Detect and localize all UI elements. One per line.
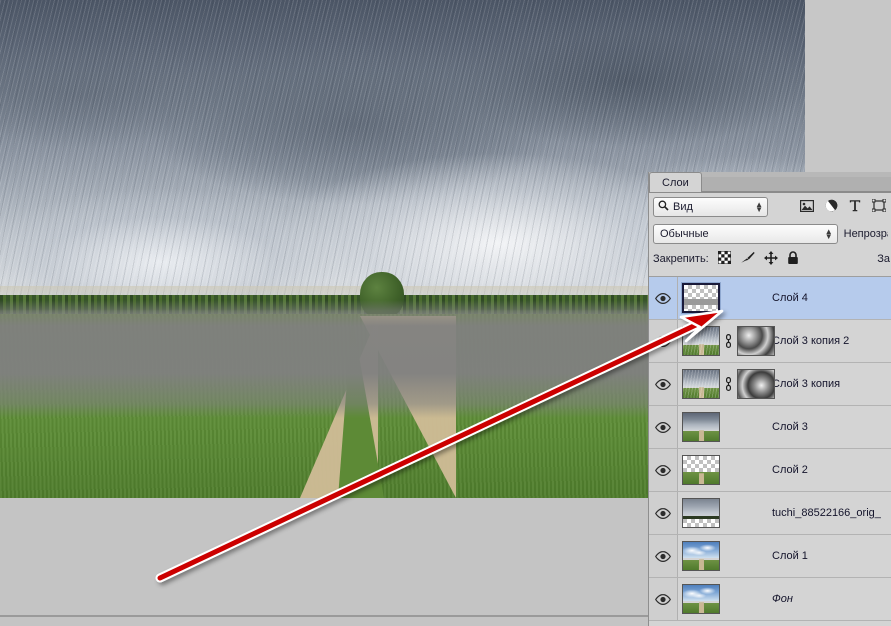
tab-layers[interactable]: Слои <box>649 172 702 192</box>
filter-row: Вид ▲ ▼ <box>649 193 891 221</box>
eye-icon <box>655 464 671 476</box>
eye-icon <box>655 507 671 519</box>
layer-kind-select[interactable]: Вид ▲ ▼ <box>653 197 768 217</box>
layer-thumbnail[interactable] <box>682 455 720 485</box>
eye-icon <box>655 378 671 390</box>
layer-mask-thumbnail[interactable] <box>737 369 775 399</box>
thumb-clouds <box>683 586 719 599</box>
layer-thumbnail[interactable] <box>682 498 720 528</box>
layer-visibility-toggle[interactable] <box>649 535 678 577</box>
blend-mode-value: Обычные <box>660 228 709 240</box>
layer-visibility-toggle[interactable] <box>649 578 678 620</box>
layer-row[interactable]: Слой 3 <box>649 406 891 449</box>
type-filter-icon[interactable] <box>849 199 861 215</box>
layer-visibility-toggle[interactable] <box>649 277 678 319</box>
layer-visibility-toggle[interactable] <box>649 363 678 405</box>
eye-icon <box>655 550 671 562</box>
thumb-sky <box>683 413 719 431</box>
layer-mask-thumbnail[interactable] <box>737 326 775 356</box>
layer-thumbnail[interactable] <box>681 282 721 314</box>
layer-thumbnail[interactable] <box>682 584 720 614</box>
layer-thumbnails <box>678 412 764 442</box>
layer-thumbnails <box>678 584 764 614</box>
filter-icon-group <box>800 198 888 215</box>
layer-thumbnail[interactable] <box>682 412 720 442</box>
layer-mask-link-icon[interactable] <box>723 373 734 395</box>
layer-kind-value: Вид <box>673 201 693 213</box>
lock-transparency-icon[interactable] <box>717 250 732 267</box>
tab-layers-label: Слои <box>662 176 689 189</box>
layer-thumbnails <box>678 282 764 314</box>
layer-mask-link-icon[interactable] <box>723 330 734 352</box>
layer-thumbnails <box>678 326 775 356</box>
layer-thumbnails <box>678 455 764 485</box>
layer-row[interactable]: Фон <box>649 578 891 621</box>
layer-thumbnails <box>678 369 775 399</box>
app-root: Слои Вид ▲ ▼ Обычные ▲ ▼ Непрозр Закрепи… <box>0 0 891 626</box>
thumb-road <box>698 559 704 570</box>
tab-bar-empty <box>701 177 891 192</box>
layer-name[interactable]: Фон <box>772 593 793 605</box>
thumb-horizon <box>683 516 719 519</box>
layer-name[interactable]: Слой 1 <box>772 550 808 562</box>
lock-image-pixels-icon[interactable] <box>740 251 755 267</box>
layer-thumbnail[interactable] <box>682 326 720 356</box>
lock-position-icon[interactable] <box>763 250 778 268</box>
lock-row: Закрепить: За <box>649 247 891 271</box>
thumb-gray-band <box>684 299 718 306</box>
panel-tab-bar: Слои <box>649 172 891 193</box>
layers-panel: Слои Вид ▲ ▼ Обычные ▲ ▼ Непрозр Закрепи… <box>648 172 891 626</box>
lock-all-icon[interactable] <box>787 250 799 268</box>
adjustment-filter-icon[interactable] <box>825 199 838 215</box>
thumb-clouds <box>683 543 719 556</box>
thumb-rain-noise <box>683 370 719 398</box>
layer-thumbnails <box>678 541 764 571</box>
layer-name[interactable]: tuchi_88522166_orig_ <box>772 507 881 519</box>
thumb-road <box>698 430 704 441</box>
blend-row: Обычные ▲▼ Непрозра <box>649 221 891 247</box>
eye-icon <box>655 421 671 433</box>
layer-row[interactable]: Слой 4 <box>649 277 891 320</box>
shape-filter-icon[interactable] <box>871 198 887 215</box>
layer-thumbnail[interactable] <box>682 369 720 399</box>
layer-thumbnail[interactable] <box>682 541 720 571</box>
layer-visibility-toggle[interactable] <box>649 320 678 362</box>
layer-visibility-toggle[interactable] <box>649 406 678 448</box>
image-filter-icon[interactable] <box>800 199 815 215</box>
layer-row[interactable]: tuchi_88522166_orig_ <box>649 492 891 535</box>
layer-row[interactable]: Слой 3 копия <box>649 363 891 406</box>
blend-stepper-icon[interactable]: ▲ ▼ <box>825 228 833 241</box>
layer-name[interactable]: Слой 3 <box>772 421 808 433</box>
opacity-label: Непрозра <box>843 228 888 240</box>
thumb-road <box>698 473 704 484</box>
layer-row[interactable]: Слой 1 <box>649 535 891 578</box>
eye-icon <box>655 593 671 605</box>
eye-icon <box>655 335 671 347</box>
layer-row[interactable]: Слой 3 копия 2 <box>649 320 891 363</box>
thumb-rain-noise <box>683 327 719 355</box>
eye-icon <box>655 292 671 304</box>
lock-label: Закрепить: <box>653 253 709 265</box>
layer-thumbnails <box>678 498 764 528</box>
blend-mode-select[interactable]: Обычные ▲ ▼ <box>653 224 838 244</box>
layer-visibility-toggle[interactable] <box>649 449 678 491</box>
layer-name[interactable]: Слой 2 <box>772 464 808 476</box>
layer-name[interactable]: Слой 4 <box>772 292 808 304</box>
layer-visibility-toggle[interactable] <box>649 492 678 534</box>
layer-row[interactable]: Слой 2 <box>649 449 891 492</box>
thumb-road <box>698 602 704 613</box>
layer-name[interactable]: Слой 3 копия 2 <box>772 335 849 347</box>
magnifier-icon <box>658 200 669 214</box>
fill-label: За <box>877 253 890 265</box>
layer-name[interactable]: Слой 3 копия <box>772 378 840 390</box>
layers-list[interactable]: Слой 4 Слой 3 копия 2 Слой 3 копия Слой … <box>649 276 891 626</box>
kind-stepper-icon[interactable]: ▲ ▼ <box>755 201 763 214</box>
